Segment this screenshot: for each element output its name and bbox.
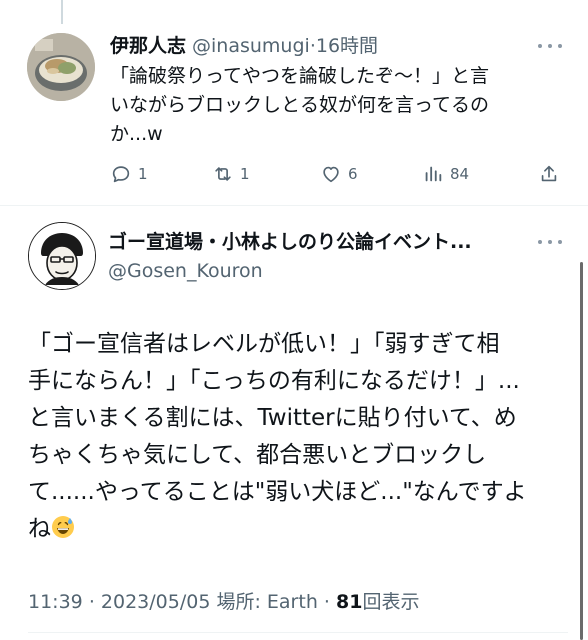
retweet-button[interactable]: 1 <box>212 160 250 188</box>
retweet-icon <box>215 167 231 181</box>
tweet-meta: 11:39 · 2023/05/05 場所: Earth · 81回表示 <box>28 588 419 616</box>
tweet-location: 場所: Earth <box>216 591 318 613</box>
reply-timestamp[interactable]: 16時間 <box>316 35 378 57</box>
reply-author-handle[interactable]: @inasumugi <box>192 35 310 57</box>
main-tweet-text: 「ゴー宣信者はレベルが低い！」「弱すぎて相 手にならん！」「こっちの有利になるだ… <box>28 326 568 548</box>
views-button[interactable]: 84 <box>422 160 469 188</box>
reply-header: 伊那人志 @inasumugi·16時間 <box>110 34 378 58</box>
main-text-line: と言いまくる割には、Twitterに貼り付いて、め <box>28 405 517 431</box>
meta-separator: · <box>88 591 95 613</box>
share-icon <box>541 165 557 182</box>
main-author-handle[interactable]: @Gosen_Kouron <box>108 258 263 284</box>
main-text-line: 「ゴー宣信者はレベルが低い！」「弱すぎて相 <box>28 331 500 357</box>
reply-action-bar: 1 1 6 84 <box>110 160 565 188</box>
tweet-date[interactable]: 2023/05/05 <box>101 591 211 613</box>
heart-icon <box>323 166 339 183</box>
bottom-divider <box>28 632 568 633</box>
tweet-time[interactable]: 11:39 <box>28 591 83 613</box>
main-author-avatar[interactable] <box>28 222 96 290</box>
reply-tweet[interactable]: 伊那人志 @inasumugi·16時間 「論破祭りってやつを論破したぞ〜！」と言… <box>0 0 588 205</box>
tweet-divider <box>0 205 588 206</box>
meta-separator: · <box>323 591 330 613</box>
main-author-name[interactable]: ゴー宣道場・小林よしのり公論イベント... <box>108 229 528 255</box>
main-more-icon[interactable] <box>538 238 562 246</box>
comment-icon <box>112 166 130 183</box>
reply-button[interactable]: 1 <box>110 160 148 188</box>
analytics-icon <box>425 166 442 182</box>
share-button[interactable] <box>538 160 560 188</box>
tweet-views-count: 81 <box>336 591 363 613</box>
reply-author-name[interactable]: 伊那人志 <box>110 35 186 57</box>
main-text-line: 手にならん！」「こっちの有利になるだけ！」... <box>28 368 520 394</box>
views-count: 84 <box>450 165 470 183</box>
reply-text-line: 「論破祭りってやつを論破したぞ〜！」と言 <box>110 65 490 87</box>
scrollbar-thumb[interactable] <box>580 262 583 640</box>
main-text-line: て......やってることは"弱い犬ほど..."なんですよ <box>28 479 527 505</box>
reply-text: 「論破祭りってやつを論破したぞ〜！」と言 いながらブロックしとる奴が何を言ってる… <box>110 62 560 149</box>
reply-text-line: か...w <box>110 123 163 145</box>
like-count: 6 <box>348 165 358 183</box>
reply-text-line: いながらブロックしとる奴が何を言ってるの <box>110 94 490 116</box>
main-text-last-line: ね <box>28 511 568 548</box>
tweet-thread: 伊那人志 @inasumugi · 16時間 「論破祭りってやつを論破したぞ〜！」と言… <box>0 0 588 640</box>
like-button[interactable]: 6 <box>320 160 358 188</box>
retweet-count: 1 <box>240 165 250 183</box>
reply-count: 1 <box>138 165 148 183</box>
main-text-line: ちゃくちゃ気にして、都合悪いとブロックし <box>28 442 487 468</box>
reply-more-icon[interactable] <box>538 42 562 50</box>
main-text-line: ね <box>28 516 51 542</box>
tweet-views-label: 回表示 <box>362 591 420 613</box>
grinning-face-with-sweat-icon <box>52 516 74 538</box>
reply-author-avatar[interactable] <box>27 33 95 101</box>
